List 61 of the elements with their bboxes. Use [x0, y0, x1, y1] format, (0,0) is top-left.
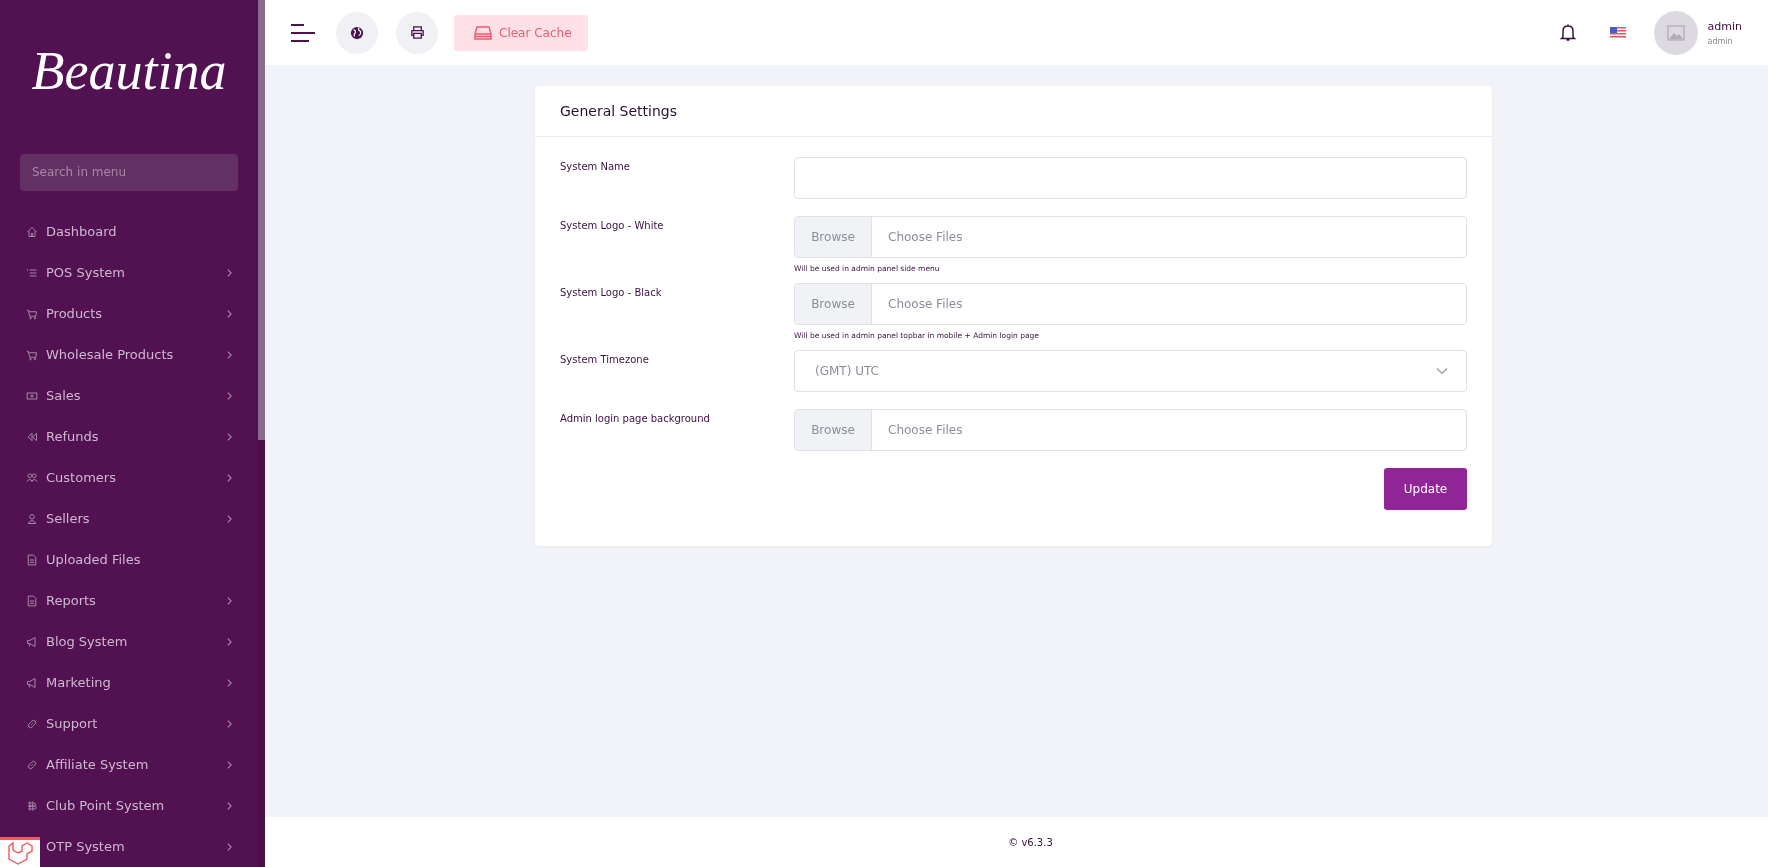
file-placeholder: Choose Files — [887, 422, 963, 439]
scrollbar-thumb[interactable] — [258, 0, 265, 440]
ticket-icon — [26, 389, 38, 402]
chevron-down-icon — [1436, 367, 1448, 375]
sidebar-item[interactable]: Sales — [26, 375, 258, 416]
sidebar-item[interactable]: Sellers — [26, 498, 258, 539]
list-icon — [26, 266, 38, 279]
sidebar-item[interactable]: Refunds — [26, 416, 258, 457]
sidebar-item[interactable]: POS System — [26, 252, 258, 293]
card-title: General Settings — [560, 103, 678, 119]
drive-icon — [474, 25, 492, 40]
user-role: admin — [1707, 36, 1734, 46]
search-field[interactable]: Search in menu — [20, 153, 238, 191]
file-placeholder: Choose Files — [887, 229, 963, 246]
link-icon — [26, 717, 38, 730]
cart-icon — [26, 348, 38, 361]
version-text: © v6.3.3 — [1008, 836, 1053, 848]
browse-label: Browse — [795, 410, 872, 450]
image-icon — [1666, 24, 1685, 41]
field-label: System Name — [560, 160, 631, 174]
sidebar-item[interactable]: OTP System — [46, 826, 258, 867]
browse-label: Browse — [795, 217, 872, 257]
users-icon — [26, 471, 38, 484]
logo: Beautina — [30, 39, 228, 103]
user-icon — [26, 512, 38, 525]
rewind-icon — [26, 430, 38, 443]
update-button[interactable]: Update — [1384, 468, 1467, 510]
user-name: admin — [1707, 19, 1742, 33]
file-placeholder: Choose Files — [887, 296, 963, 313]
print-button[interactable] — [396, 11, 438, 54]
home-icon — [26, 225, 38, 238]
sidebar-item[interactable]: Wholesale Products — [26, 334, 258, 375]
cart-icon — [26, 307, 38, 320]
sidebar-item[interactable]: Uploaded Files — [26, 539, 258, 580]
megaphone-icon — [26, 635, 38, 648]
sidebar-item[interactable]: Marketing — [26, 662, 258, 703]
sidebar-item[interactable]: Affiliate System — [26, 744, 258, 785]
megaphone-icon — [26, 676, 38, 689]
sidebar-item[interactable]: Dashboard — [26, 211, 258, 252]
field-label: Admin login page background — [560, 412, 711, 426]
sidebar-item[interactable]: Customers — [26, 457, 258, 498]
field-label: System Logo - White — [560, 219, 665, 233]
sidebar-item[interactable]: Support — [26, 703, 258, 744]
bell-icon[interactable] — [1559, 23, 1576, 42]
text-field[interactable] — [794, 157, 1467, 199]
file-icon — [26, 553, 38, 566]
printer-icon — [409, 25, 425, 40]
sidebar-item[interactable]: Club Point System — [26, 785, 258, 826]
link-icon — [26, 758, 38, 771]
sidebar-item[interactable]: Products — [26, 293, 258, 334]
field-label: System Timezone — [560, 353, 650, 367]
browse-label: Browse — [795, 284, 872, 324]
coin-icon — [26, 799, 38, 812]
cube-icon[interactable] — [0, 837, 40, 867]
field-label: System Logo - Black — [560, 286, 663, 300]
globe-button[interactable] — [336, 11, 378, 54]
flag-icon[interactable] — [1609, 27, 1626, 38]
menu-icon[interactable] — [290, 22, 316, 43]
sidebar-item[interactable]: Reports — [26, 580, 258, 621]
document-icon — [26, 594, 38, 607]
sidebar-item[interactable]: Blog System — [26, 621, 258, 662]
